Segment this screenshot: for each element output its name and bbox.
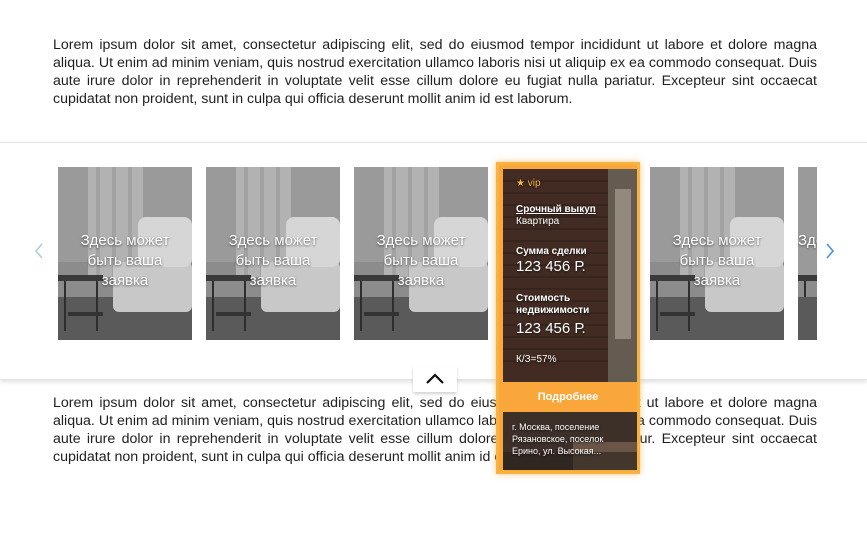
deal-sum-value: 123 456 Р. xyxy=(516,258,586,275)
chevron-left-icon xyxy=(34,243,43,259)
address-block: г. Москва, поселение Рязановское, посело… xyxy=(503,412,637,470)
placeholder-card-text: Здесь может быть ваша заявка xyxy=(376,232,466,289)
placeholder-listing-card[interactable]: Здесь может быть ваша заявка xyxy=(58,167,192,340)
details-button[interactable]: Подробнее xyxy=(499,382,637,412)
chevron-right-icon xyxy=(826,243,835,259)
carousel-next-button[interactable] xyxy=(820,239,840,263)
chevron-up-icon xyxy=(426,373,444,384)
vip-badge: ★ vip xyxy=(516,178,541,189)
placeholder-listing-card[interactable]: Здесь может быть ваша заявка xyxy=(354,167,488,340)
vip-listing-card[interactable]: ★ vip Срочный выкуп Квартира Сумма сделк… xyxy=(496,162,640,474)
property-cost-value: 123 456 Р. xyxy=(516,320,586,337)
property-cost-label: Стоимость недвижимости xyxy=(516,293,590,316)
deal-sum-label: Сумма сделки xyxy=(516,246,587,257)
placeholder-card-text: Здесь может быть ваша заявка xyxy=(80,232,170,289)
placeholder-card-text: Здесь может xyxy=(798,232,817,249)
brick-wall-photo: ★ vip Срочный выкуп Квартира Сумма сделк… xyxy=(503,169,637,382)
intro-paragraph: Lorem ipsum dolor sit amet, consectetur … xyxy=(53,37,817,107)
loan-ratio: К/З=57% xyxy=(516,354,557,365)
placeholder-listing-card[interactable]: Здесь может быть ваша заявка xyxy=(650,167,784,340)
listing-title-link[interactable]: Срочный выкуп xyxy=(516,204,596,215)
placeholder-card-text: Здесь может быть ваша заявка xyxy=(672,232,762,289)
property-type: Квартира xyxy=(516,216,560,227)
placeholder-listing-card[interactable]: Здесь может xyxy=(798,167,817,340)
body-paragraph: Lorem ipsum dolor sit amet, consectetur … xyxy=(53,395,817,465)
listing-address: г. Москва, поселение Рязановское, посело… xyxy=(512,422,604,456)
living-room-photo xyxy=(798,167,817,340)
carousel-prev-button[interactable] xyxy=(29,239,49,263)
collapse-carousel-button[interactable] xyxy=(413,366,457,392)
listing-carousel: Здесь может быть ваша заявка Здесь может… xyxy=(0,142,867,380)
placeholder-listing-card[interactable]: Здесь может быть ваша заявка xyxy=(206,167,340,340)
placeholder-card-text: Здесь может быть ваша заявка xyxy=(228,232,318,289)
